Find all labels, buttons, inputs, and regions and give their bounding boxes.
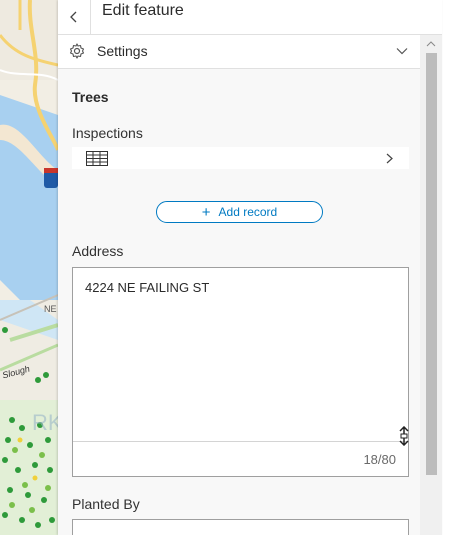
chevron-right-icon xyxy=(386,153,393,164)
gear-icon xyxy=(69,43,85,59)
map-label-ne: NE xyxy=(44,304,57,314)
settings-accordion[interactable]: Settings xyxy=(58,35,420,69)
inspections-related-records[interactable] xyxy=(72,147,409,169)
map-canvas[interactable] xyxy=(0,0,58,535)
settings-label: Settings xyxy=(97,43,148,59)
page-title: Edit feature xyxy=(102,2,184,19)
chevron-down-icon xyxy=(396,48,408,55)
panel-scrollbar[interactable] xyxy=(420,35,442,535)
address-label: Address xyxy=(72,243,124,259)
back-button[interactable] xyxy=(58,0,91,34)
scrollbar-thumb[interactable] xyxy=(426,53,437,475)
scroll-up-icon[interactable] xyxy=(425,38,437,50)
plus-icon: + xyxy=(201,203,211,221)
add-record-button[interactable]: + Add record xyxy=(156,201,323,223)
panel-header: Edit feature xyxy=(58,0,442,35)
chevron-left-icon xyxy=(70,11,77,23)
inspections-label: Inspections xyxy=(72,125,143,141)
planted-by-label: Planted By xyxy=(72,496,140,512)
section-title: Trees xyxy=(72,89,109,105)
resize-handle-icon[interactable] xyxy=(398,426,410,446)
address-value[interactable]: 4224 NE FAILING ST xyxy=(85,280,209,295)
planted-by-input[interactable] xyxy=(72,519,409,535)
form-content: Trees Inspections + Add record Address 4… xyxy=(58,69,420,535)
add-record-label: Add record xyxy=(218,205,278,219)
map-view[interactable]: NE Slough RK xyxy=(0,0,58,535)
map-label-park: RK xyxy=(32,410,58,435)
character-counter: 18/80 xyxy=(363,452,396,467)
table-icon xyxy=(86,151,108,166)
address-textarea[interactable]: 4224 NE FAILING ST 18/80 xyxy=(72,267,409,477)
edit-feature-panel: Edit feature Settings Trees Inspections xyxy=(58,0,442,535)
textarea-footer-divider xyxy=(73,441,408,442)
